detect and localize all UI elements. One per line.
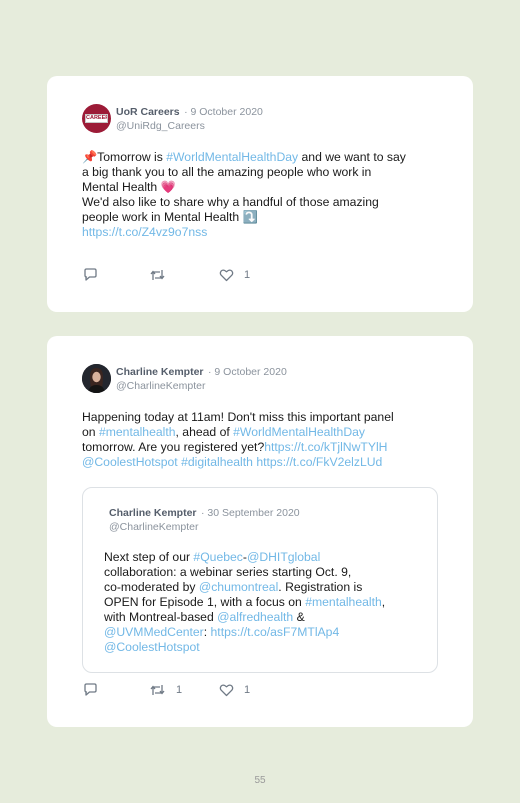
- text-line: collaboration: a webinar series starting…: [104, 565, 434, 580]
- text-line: co-moderated by @chumontreal. Registrati…: [104, 580, 434, 595]
- url-link[interactable]: https://t.co/asF7MTlAp4: [211, 625, 340, 639]
- text-line: https://t.co/Z4vz9o7nss: [82, 225, 452, 240]
- text-segment: tomorrow. Are you registered yet?: [82, 440, 265, 454]
- author-name[interactable]: UoR Careers: [116, 106, 180, 118]
- like-count: 1: [244, 684, 251, 696]
- hashtag-link[interactable]: #WorldMentalHealthDay: [166, 150, 298, 164]
- avatar[interactable]: CAREERS: [82, 104, 111, 133]
- text-line: Mental Health 💗: [82, 180, 452, 195]
- retweet-count: 1: [176, 684, 183, 696]
- text-segment: collaboration: a webinar series starting…: [104, 565, 352, 579]
- text-segment: with Montreal-based: [104, 610, 218, 624]
- url-link[interactable]: https://t.co/kTjlNwTYlH: [264, 440, 387, 454]
- mention-link[interactable]: @UVMMedCenter: [104, 625, 204, 639]
- tweet-text: 📌Tomorrow is #WorldMentalHealthDay and w…: [82, 150, 452, 240]
- like-icon: [219, 269, 234, 282]
- text-line: a big thank you to all the amazing peopl…: [82, 165, 452, 180]
- like-count: 1: [244, 269, 251, 281]
- retweet-icon: [150, 685, 165, 695]
- url-link[interactable]: https://t.co/FkV2elzLUd: [256, 455, 382, 469]
- text-segment: &: [293, 610, 305, 624]
- text-line: people work in Mental Health ⤵️: [82, 210, 452, 225]
- tweet-text: Happening today at 11am! Don't miss this…: [82, 410, 452, 470]
- retweet-button[interactable]: [149, 268, 176, 282]
- hashtag-link[interactable]: #mentalhealth: [99, 425, 176, 439]
- avatar-logo-text: CAREERS: [85, 114, 108, 123]
- text-segment: and we want to say: [298, 150, 406, 164]
- mention-link[interactable]: @CoolestHotspot: [82, 455, 178, 469]
- retweet-button[interactable]: 1: [149, 683, 182, 697]
- mention-link[interactable]: @alfredhealth: [217, 610, 293, 624]
- hashtag-link[interactable]: #digitalhealth: [181, 455, 253, 469]
- author-name[interactable]: Charline Kempter: [116, 366, 204, 378]
- quoted-tweet-header: Charline Kempter · 30 September 2020 @Ch…: [109, 505, 300, 534]
- page-number: 55: [254, 775, 266, 786]
- quoted-tweet-text: Next step of our #Quebec-@DHITglobal coll…: [104, 550, 434, 655]
- text-line: Next step of our #Quebec-@DHITglobal: [104, 550, 434, 565]
- quoted-tweet-date: · 30 September 2020: [200, 507, 300, 519]
- quoted-tweet[interactable]: Charline Kempter · 30 September 2020 @Ch…: [82, 487, 438, 673]
- author-handle[interactable]: @UniRdg_Careers: [116, 119, 263, 133]
- text-line: on #mentalhealth, ahead of #WorldMentalH…: [82, 425, 452, 440]
- tweet-header: Charline Kempter · 9 October 2020 @Charl…: [82, 364, 287, 393]
- quoted-author-name[interactable]: Charline Kempter: [109, 507, 197, 519]
- avatar[interactable]: [82, 364, 111, 393]
- text-line: We'd also like to share why a handful of…: [82, 195, 452, 210]
- text-segment: :: [203, 625, 211, 639]
- text-segment: We'd also like to share why a handful of…: [82, 195, 379, 209]
- text-line: @CoolestHotspot #digitalhealth https://t…: [82, 455, 452, 470]
- like-button[interactable]: 1: [219, 683, 250, 697]
- author-handle[interactable]: @CharlineKempter: [116, 379, 287, 393]
- text-line: OPEN for Episode 1, with a focus on #men…: [104, 595, 434, 610]
- text-line: with Montreal-based @alfredhealth &: [104, 610, 434, 625]
- mention-link[interactable]: @DHITglobal: [247, 550, 320, 564]
- like-button[interactable]: 1: [219, 268, 250, 282]
- text-line: @CoolestHotspot: [104, 640, 434, 655]
- text-segment: Mental Health 💗: [82, 180, 176, 194]
- text-segment: ,: [381, 595, 386, 609]
- reply-icon: [84, 268, 97, 281]
- text-segment: on: [82, 425, 99, 439]
- like-icon: [219, 684, 234, 697]
- text-segment: Happening today at 11am! Don't miss this…: [82, 410, 394, 424]
- mention-link[interactable]: @chumontreal: [199, 580, 278, 594]
- mention-link[interactable]: @CoolestHotspot: [104, 640, 200, 654]
- text-line: tomorrow. Are you registered yet?https:/…: [82, 440, 452, 455]
- hashtag-link[interactable]: #WorldMentalHealthDay: [233, 425, 365, 439]
- tweet-card: Charline Kempter · 9 October 2020 @Charl…: [47, 336, 473, 727]
- tweet-header: CAREERS UoR Careers · 9 October 2020 @Un…: [82, 104, 263, 133]
- text-segment: a big thank you to all the amazing peopl…: [82, 165, 372, 179]
- text-segment: co-moderated by: [104, 580, 199, 594]
- reply-button[interactable]: [83, 683, 98, 697]
- text-segment: OPEN for Episode 1, with a focus on: [104, 595, 306, 609]
- quoted-author-handle[interactable]: @CharlineKempter: [109, 520, 300, 534]
- hashtag-link[interactable]: #mentalhealth: [305, 595, 382, 609]
- text-segment: 📌Tomorrow is: [82, 150, 167, 164]
- text-segment: people work in Mental Health ⤵️: [82, 210, 258, 224]
- reply-button[interactable]: [83, 268, 98, 282]
- text-line: @UVMMedCenter: https://t.co/asF7MTlAp4: [104, 625, 434, 640]
- reply-icon: [84, 683, 97, 696]
- text-segment: Next step of our: [104, 550, 194, 564]
- retweet-icon: [150, 270, 165, 280]
- text-segment: . Registration is: [278, 580, 363, 594]
- url-link[interactable]: https://t.co/Z4vz9o7nss: [82, 225, 207, 239]
- tweet-card: CAREERS UoR Careers · 9 October 2020 @Un…: [47, 76, 473, 312]
- tweet-date: · 9 October 2020: [207, 366, 287, 378]
- hashtag-link[interactable]: #Quebec: [193, 550, 242, 564]
- profile-photo: [82, 364, 111, 393]
- text-segment: , ahead of: [175, 425, 234, 439]
- text-line: Happening today at 11am! Don't miss this…: [82, 410, 452, 425]
- tweet-date: · 9 October 2020: [184, 106, 263, 118]
- text-line: 📌Tomorrow is #WorldMentalHealthDay and w…: [82, 150, 452, 165]
